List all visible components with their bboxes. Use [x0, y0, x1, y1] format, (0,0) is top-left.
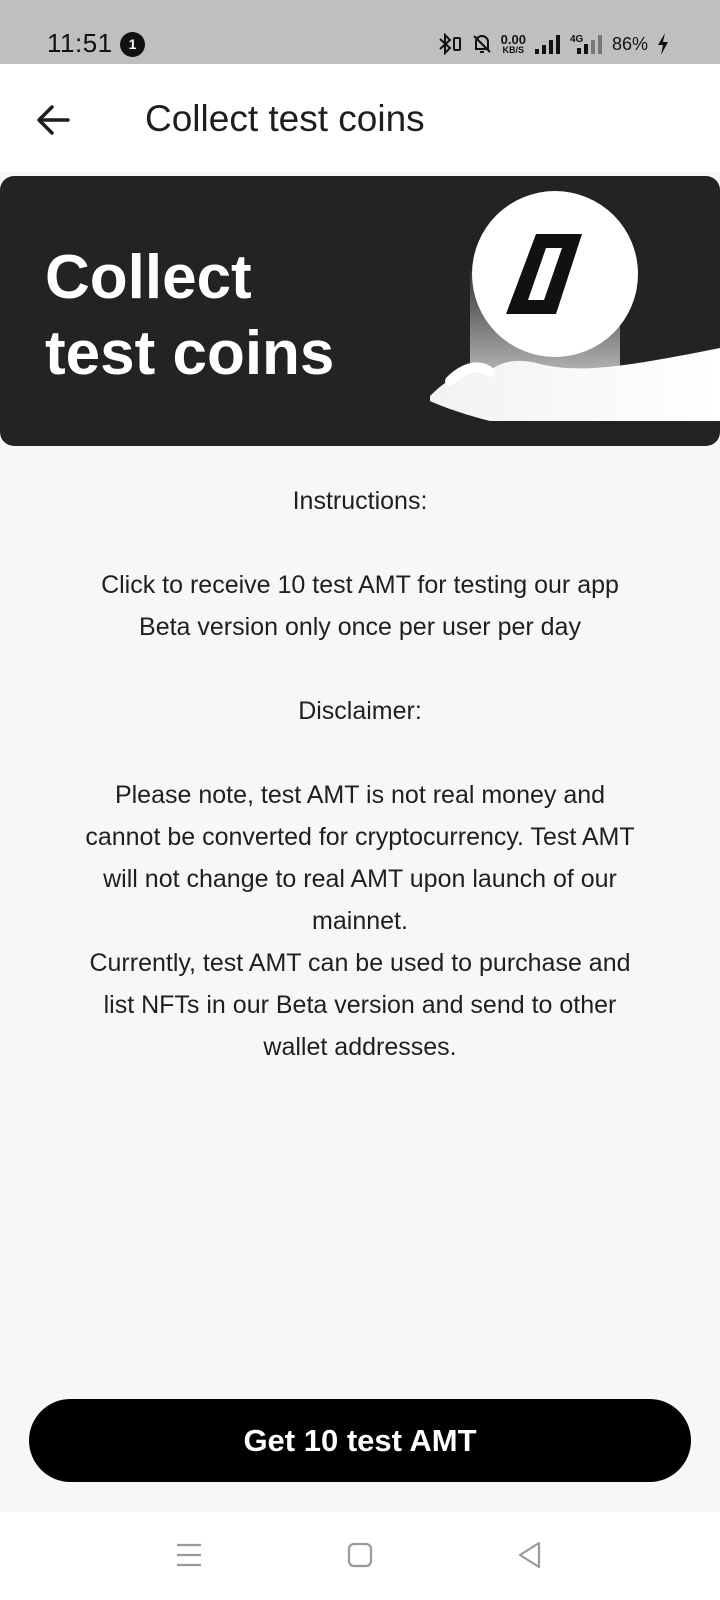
page-title: Collect test coins: [145, 98, 425, 139]
status-bar: 11:51 1 0.00 KB/S 4G 86%: [0, 0, 720, 64]
system-nav-bar: [0, 1512, 720, 1600]
net-speed-unit: KB/S: [502, 45, 525, 55]
disclaimer-text-line: cannot be converted for cryptocurrency. …: [85, 823, 635, 851]
instructions-heading: Instructions:: [292, 487, 428, 515]
status-icons: 0.00 KB/S 4G 86%: [437, 30, 670, 58]
disclaimer-text-line: mainnet.: [312, 907, 408, 935]
bluetooth-icon: [438, 33, 461, 55]
disclaimer-text-line: wallet addresses.: [263, 1033, 457, 1061]
net-speed: 0.00 KB/S: [501, 33, 526, 55]
instructions-content: Instructions: Click to receive 10 test A…: [0, 480, 720, 1068]
mute-bell-icon: [472, 35, 491, 53]
svg-text:4G: 4G: [570, 34, 584, 45]
nav-back-button[interactable]: [515, 1540, 545, 1570]
disclaimer-text-line: will not change to real AMT upon launch …: [103, 865, 617, 893]
get-test-amt-button[interactable]: Get 10 test AMT: [29, 1399, 691, 1482]
disclaimer-heading: Disclaimer:: [298, 697, 422, 725]
notification-badge: 1: [120, 32, 145, 57]
triangle-back-icon: [518, 1541, 541, 1569]
battery-level: 86%: [611, 33, 648, 54]
charging-icon: [658, 33, 668, 55]
banner-title: Collect test coins: [45, 240, 445, 392]
disclaimer-text-line: Please note, test AMT is not real money …: [114, 781, 606, 809]
signal-icon: [534, 35, 560, 54]
instructions-text-line: Beta version only once per user per day: [139, 613, 581, 641]
instructions-text-line: Click to receive 10 test AMT for testing…: [101, 571, 619, 599]
menu-icon: [177, 1543, 201, 1567]
nav-menu-button[interactable]: [174, 1540, 204, 1570]
nav-home-button[interactable]: [345, 1540, 375, 1570]
arrow-left-icon: [37, 105, 70, 135]
promo-banner: Collect test coins: [0, 176, 720, 446]
signal-4g-icon: 4G: [570, 34, 602, 54]
back-button[interactable]: [34, 100, 74, 140]
hand-holding-coin-illustration: [430, 191, 720, 421]
disclaimer-text-line: Currently, test AMT can be used to purch…: [89, 949, 631, 977]
disclaimer-text-line: list NFTs in our Beta version and send t…: [103, 991, 617, 1019]
banner-title-line2: test coins: [45, 319, 335, 388]
status-time: 11:51: [47, 28, 113, 58]
app-bar: Collect test coins: [0, 64, 720, 172]
banner-title-line1: Collect: [45, 243, 252, 312]
square-icon: [347, 1542, 373, 1568]
